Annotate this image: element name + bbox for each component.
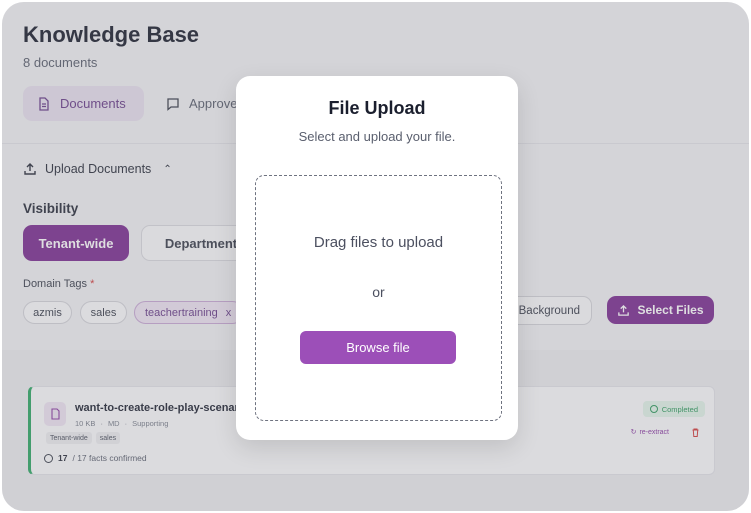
- file-upload-modal: File Upload Select and upload your file.…: [236, 76, 518, 440]
- drag-files-text: Drag files to upload: [313, 234, 444, 251]
- browse-file-button[interactable]: Browse file: [300, 331, 456, 364]
- file-dropzone[interactable]: Drag files to upload or Browse file: [255, 175, 502, 421]
- or-text: or: [372, 284, 385, 300]
- modal-subtitle: Select and upload your file.: [298, 129, 456, 144]
- modal-title: File Upload: [328, 98, 426, 118]
- app-frame: Knowledge Base 8 documents Documents App…: [2, 2, 749, 511]
